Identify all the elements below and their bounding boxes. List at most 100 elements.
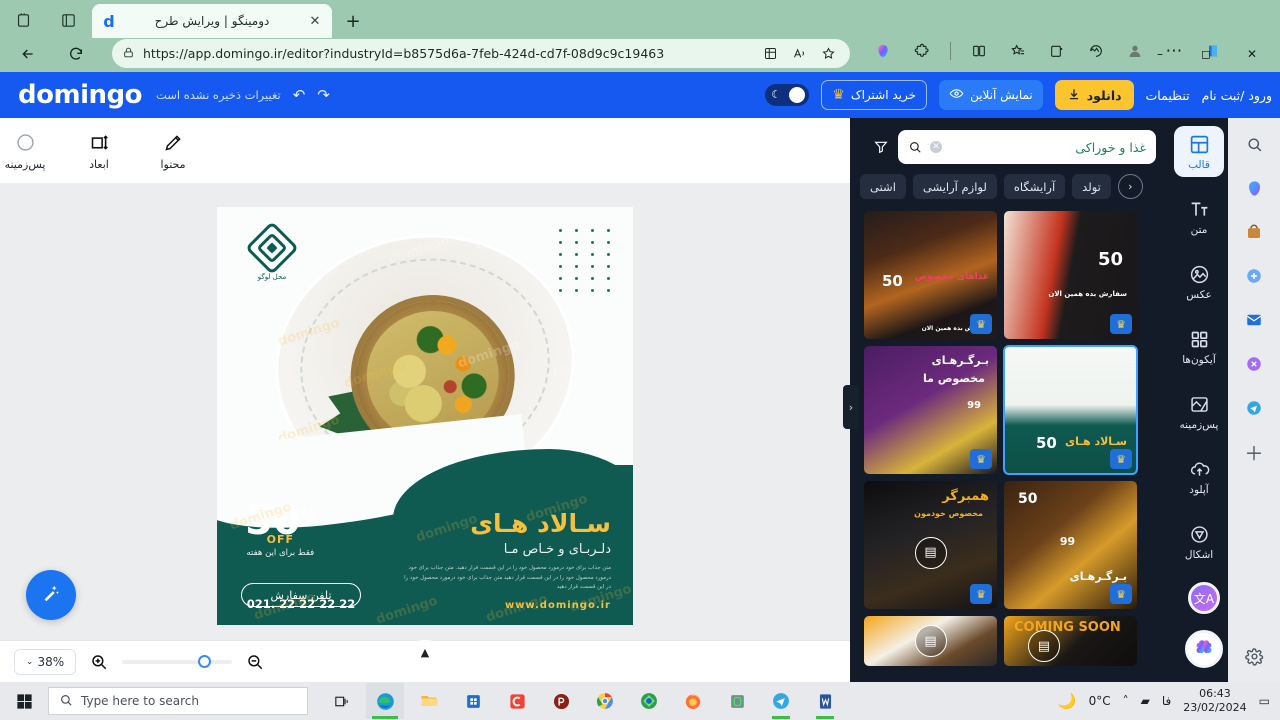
template-thumb-pizza-dark[interactable]: غذاهای مخصوص سفارش بده همین الان 50 ♛ [864, 211, 997, 339]
telegram-icon[interactable] [1240, 394, 1268, 422]
zoom-level-selector[interactable]: ⌄ 38% [14, 648, 76, 675]
zoom-in-icon[interactable] [88, 651, 110, 673]
shopping-bag-icon[interactable] [1240, 218, 1268, 246]
clock[interactable]: 06:43 23/02/2024 [1183, 687, 1246, 715]
canvas-area[interactable]: محل لوگو domingo domingo domingo domingo… [0, 184, 850, 640]
rail-item-background[interactable]: پس‌زمینه [1174, 386, 1224, 437]
clear-search-icon[interactable]: ✕ [930, 141, 942, 153]
chips-prev-icon[interactable]: ‹ [1117, 174, 1143, 199]
battery-icon[interactable]: ▰ [1141, 694, 1150, 708]
read-aloud-icon[interactable] [792, 46, 807, 61]
template-thumb-salad-green[interactable]: سـالاد هـای 50 ♛ [1003, 345, 1138, 475]
games-icon[interactable] [1240, 262, 1268, 290]
premium-crown-icon[interactable]: ♛ [970, 314, 992, 334]
taskbar-camtasia-icon[interactable] [498, 683, 536, 719]
browser-essentials-icon[interactable] [1085, 40, 1107, 62]
add-sidebar-icon[interactable]: ＋ [1240, 438, 1268, 466]
toolbar-item-dimensions[interactable]: ابعاد [74, 130, 124, 171]
search-icon[interactable] [1240, 130, 1268, 158]
search-icon[interactable] [908, 140, 922, 154]
address-bar[interactable]: https://app.domingo.ir/editor?industryId… [112, 39, 850, 68]
download-button[interactable]: دانلود [1054, 80, 1134, 110]
ai-float-button[interactable] [1185, 630, 1223, 668]
template-thumb-burger-purple[interactable]: بـرگـرهـای مخصوص ما 99 ♛ [864, 346, 997, 474]
language-indicator[interactable]: فا [1162, 694, 1171, 708]
start-button[interactable] [0, 682, 48, 720]
taskbar-word-icon[interactable] [806, 683, 844, 719]
rail-item-icons[interactable]: آیکون‌ها [1174, 321, 1224, 372]
tools-icon[interactable] [1240, 350, 1268, 378]
zoom-slider-knob[interactable] [198, 654, 211, 668]
back-icon[interactable] [14, 40, 42, 68]
zoom-out-icon[interactable] [244, 651, 266, 673]
premium-crown-icon[interactable]: ♛ [1110, 314, 1132, 334]
premium-crown-icon[interactable]: ♛ [1110, 584, 1132, 604]
new-tab-button[interactable]: + [340, 8, 366, 34]
logo-placeholder[interactable]: محل لوگو [242, 221, 302, 281]
template-search-box[interactable]: غذا و خوراکی ✕ [898, 130, 1156, 164]
buy-subscription-button[interactable]: خرید اشتراک ♛ [821, 80, 928, 110]
search-input[interactable]: غذا و خوراکی [950, 140, 1146, 155]
rail-item-template[interactable]: قالب [1174, 126, 1224, 177]
design-discount-block[interactable]: 50% OFF فقط برای این هفته [245, 501, 316, 558]
copilot-icon[interactable] [1240, 174, 1268, 202]
taskbar-photoshop-icon[interactable] [542, 683, 580, 719]
taskbar-notepad-icon[interactable] [718, 683, 756, 719]
chip-1[interactable]: لوازم آرایشی [912, 174, 997, 199]
settings-link[interactable]: تنظیمات [1146, 88, 1190, 103]
tab-split-icon[interactable] [55, 8, 81, 32]
task-view-icon[interactable] [322, 683, 360, 719]
minimize-button[interactable]: – [1138, 40, 1182, 68]
zoom-slider[interactable] [122, 654, 232, 668]
apps-icon[interactable] [763, 46, 778, 61]
translate-float-button[interactable]: 文A [1188, 582, 1220, 614]
copilot-icon[interactable] [872, 40, 894, 62]
outlook-icon[interactable] [1240, 306, 1268, 334]
taskbar-store-icon[interactable] [454, 683, 492, 719]
rail-item-text[interactable]: متن [1174, 191, 1224, 242]
filter-icon[interactable] [864, 130, 898, 164]
ai-magic-button[interactable] [26, 570, 76, 620]
undo-icon[interactable]: ↶ [293, 86, 306, 104]
favorite-star-icon[interactable] [821, 46, 836, 61]
taskbar-chrome-icon[interactable] [586, 683, 624, 719]
premium-crown-icon[interactable]: ♛ [970, 449, 992, 469]
design-headline-block[interactable]: سـالاد هـای دلـربـای و خـاص مـا متن جذاب… [401, 509, 611, 593]
rail-item-shapes[interactable]: اشکال [1174, 516, 1224, 567]
template-thumb-coming-soon[interactable]: COMING SOON ▤ [1004, 616, 1137, 666]
template-thumb-hamburger-black[interactable]: همبرگر مخصوص خودمون ▤ ♛ [864, 481, 997, 609]
rail-item-upload[interactable]: آپلود [1174, 451, 1224, 502]
taskbar-idm-icon[interactable] [630, 683, 668, 719]
chip-3[interactable]: تولد [1072, 174, 1111, 199]
template-thumb-pizza-red[interactable]: 50 سفارش بده همین الان ♛ [1004, 211, 1137, 339]
favorites-list-icon[interactable] [1007, 40, 1029, 62]
maximize-button[interactable]: ◻ [1184, 40, 1228, 68]
collections-add-icon[interactable] [1046, 40, 1068, 62]
online-preview-button[interactable]: نمایش آنلاین [939, 80, 1043, 110]
gear-icon[interactable] [1240, 642, 1268, 670]
taskbar-telegram-icon[interactable] [762, 683, 800, 719]
taskbar-firefox-icon[interactable] [674, 683, 712, 719]
chip-2[interactable]: آرایشگاه [1003, 174, 1066, 199]
split-screen-icon[interactable] [968, 40, 990, 62]
template-thumb-sandwich-orange[interactable]: ▤ [864, 616, 997, 666]
rail-item-image[interactable]: عکس [1174, 256, 1224, 307]
extensions-icon[interactable] [911, 40, 933, 62]
toolbar-item-content[interactable]: محتوا [148, 130, 198, 171]
panel-collapse-handle[interactable]: › [843, 385, 859, 429]
close-window-button[interactable]: ✕ [1230, 40, 1274, 68]
login-register-link[interactable]: ورود /ثبت نام [1202, 88, 1272, 103]
browser-tab[interactable]: d دومینگو | ویرایش طرح ✕ [92, 4, 332, 38]
toolbar-item-background[interactable]: پس‌زمینه [0, 130, 50, 171]
refresh-icon[interactable] [62, 40, 90, 68]
app-logo[interactable]: domingo [18, 80, 142, 110]
design-canvas[interactable]: محل لوگو domingo domingo domingo domingo… [217, 207, 633, 625]
tray-expand-icon[interactable]: ˄ [1123, 694, 1129, 708]
close-tab-icon[interactable]: ✕ [306, 12, 324, 30]
redo-icon[interactable]: ↷ [317, 86, 330, 104]
dark-mode-toggle[interactable]: ☾ [765, 84, 810, 106]
chip-0[interactable]: اشتی [860, 174, 906, 199]
taskbar-file-explorer-icon[interactable] [410, 683, 448, 719]
premium-crown-icon[interactable]: ♛ [970, 584, 992, 604]
taskbar-search[interactable]: Type here to search [48, 687, 308, 715]
